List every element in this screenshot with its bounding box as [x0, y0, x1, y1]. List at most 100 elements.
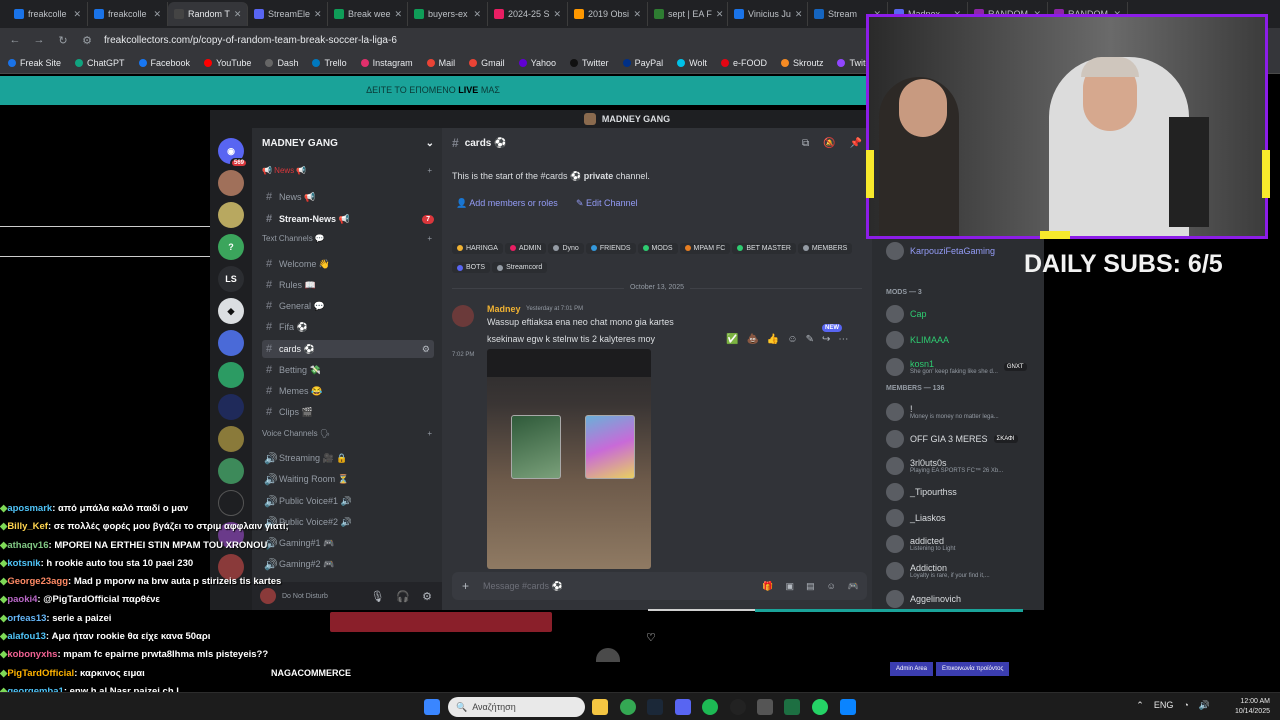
message-image[interactable] [487, 349, 651, 569]
app-icon[interactable] [757, 699, 773, 715]
close-icon[interactable]: ✕ [554, 9, 562, 20]
notepad-icon[interactable] [840, 699, 856, 715]
member-item[interactable]: KLIMAAA [886, 329, 1036, 351]
close-icon[interactable]: ✕ [153, 9, 161, 20]
channel-item[interactable]: # Welcome 👋 [262, 255, 434, 273]
role-tag[interactable]: Streamcord [492, 262, 548, 273]
member-item[interactable]: Addiction Loyalty is rare, if your find i… [886, 560, 1036, 582]
add-channel-icon[interactable]: + [427, 166, 432, 175]
admin-area-button[interactable]: Admin Area [890, 662, 934, 676]
more-icon[interactable]: ⋯ [838, 334, 848, 345]
server-icon[interactable] [218, 426, 244, 452]
add-members-link[interactable]: 👤 Add members or roles [456, 198, 558, 209]
volume-icon[interactable]: 🔊 [1199, 700, 1210, 711]
browser-tab[interactable]: freakcolle ✕ [8, 2, 88, 26]
channel-item[interactable]: 🔊 Waiting Room ⏳ [262, 470, 434, 488]
headphones-icon[interactable]: 🎧 [396, 590, 410, 603]
server-icon[interactable] [218, 362, 244, 388]
browser-tab[interactable]: 2019 Obsi ✕ [568, 2, 648, 26]
server-icon[interactable] [218, 458, 244, 484]
role-tag[interactable]: BET MASTER [732, 242, 796, 254]
bookmark-item[interactable]: Trello [312, 58, 347, 68]
bookmark-item[interactable]: Twitter [570, 58, 609, 68]
bookmark-item[interactable]: Dash [265, 58, 298, 68]
close-icon[interactable]: ✕ [633, 9, 641, 20]
member-item[interactable]: 3rl0uts0s Playing EA SPORTS FC™ 26 Xb... [886, 455, 1036, 477]
url-field[interactable]: freakcollectors.com/p/copy-of-random-tea… [104, 35, 397, 46]
member-item[interactable]: KarpouziFetaGaming [886, 240, 1036, 262]
language-indicator[interactable]: ENG [1154, 700, 1174, 711]
close-icon[interactable]: ✕ [234, 9, 242, 20]
category-voice[interactable]: Voice Channels 🗣 + [262, 429, 432, 438]
close-icon[interactable]: ✕ [473, 9, 481, 20]
member-item[interactable]: _Liaskos [886, 507, 1036, 529]
server-icon[interactable]: ? [218, 234, 244, 260]
role-tag[interactable]: MEMBERS [797, 242, 853, 254]
message-input[interactable]: Message #cards ⚽ [483, 581, 563, 592]
thumbs-up-icon[interactable]: 👍 [767, 334, 779, 345]
gif-icon[interactable]: ▣ [786, 581, 795, 592]
close-icon[interactable]: ✕ [73, 9, 81, 20]
add-channel-icon[interactable]: + [427, 234, 432, 243]
add-channel-icon[interactable]: + [427, 429, 432, 438]
discord-home-icon[interactable]: ◉ 569 [218, 138, 248, 168]
channel-item[interactable]: 🔊 Streaming 🎥 🔒 [262, 449, 434, 467]
forward-icon[interactable]: → [32, 34, 46, 46]
gear-icon[interactable]: ⚙ [422, 590, 432, 603]
taskbar-clock[interactable]: 12:00 AM 10/14/2025 [1235, 697, 1270, 717]
obs-icon[interactable] [730, 699, 746, 715]
channel-item[interactable]: # Betting 💸 [262, 361, 434, 379]
server-icon[interactable]: ◆ [218, 298, 244, 324]
role-tag[interactable]: HARINGA [452, 242, 503, 254]
bookmark-item[interactable]: ChatGPT [75, 58, 125, 68]
member-item[interactable]: Aggelinovich [886, 588, 1036, 610]
server-icon[interactable] [218, 394, 244, 420]
edit-channel-link[interactable]: ✎ Edit Channel [576, 198, 638, 209]
close-icon[interactable]: ✕ [395, 9, 403, 20]
bookmark-item[interactable]: Skroutz [780, 58, 823, 68]
microphone-icon[interactable]: 🎙 [370, 590, 384, 603]
channel-item[interactable]: # News 📢 [262, 188, 434, 206]
channel-item[interactable]: # Memes 😂 [262, 382, 434, 400]
close-icon[interactable]: ✕ [716, 9, 724, 20]
footer-brand[interactable]: NAGACOMMERCE [271, 668, 351, 678]
bookmark-item[interactable]: Facebook [138, 58, 190, 68]
bookmark-item[interactable]: e-FOOD [720, 58, 767, 68]
steam-icon[interactable] [647, 699, 663, 715]
site-banner[interactable]: ΔΕΙΤΕ ΤΟ ΕΠΟΜΕΝΟ LIVE ΜΑΣ [0, 76, 866, 105]
bookmark-item[interactable]: Freak Site [8, 58, 61, 68]
browser-tab[interactable]: freakcolle ✕ [88, 2, 168, 26]
member-item[interactable]: addicted Listening to Light [886, 533, 1036, 555]
discord-icon[interactable] [675, 699, 691, 715]
forward-icon[interactable]: ↪ [822, 334, 830, 345]
browser-tab[interactable]: Break wee ✕ [328, 2, 408, 26]
reaction-icon[interactable]: 💩 [746, 334, 758, 345]
browser-tab[interactable]: sept | EA F ✕ [648, 2, 728, 26]
close-icon[interactable]: ✕ [314, 9, 322, 20]
whatsapp-icon[interactable] [812, 699, 828, 715]
category-text[interactable]: Text Channels 💬 + [262, 234, 432, 243]
taskbar-search[interactable]: 🔍 Αναζήτηση [448, 697, 585, 717]
avatar[interactable] [452, 305, 474, 327]
browser-tab[interactable]: Vinicius Ju ✕ [728, 2, 808, 26]
role-tag[interactable]: BOTS [452, 262, 491, 273]
emoji-icon[interactable]: ☺ [787, 334, 797, 345]
browser-tab[interactable]: StreamEle ✕ [248, 2, 328, 26]
sticker-icon[interactable]: ▤ [806, 581, 815, 592]
mute-icon[interactable]: 🔕 [823, 138, 835, 149]
bookmark-item[interactable]: Yahoo [518, 58, 556, 68]
server-header[interactable]: MADNEY GANG ⌄ [262, 138, 434, 149]
role-tag[interactable]: Dyno [548, 242, 584, 254]
gift-icon[interactable]: 🎁 [762, 581, 773, 592]
bookmark-item[interactable]: Wolt [677, 58, 707, 68]
role-tag[interactable]: MPAM FC [679, 242, 731, 254]
member-item[interactable]: ! Money is money no matter lega... [886, 401, 1036, 423]
channel-item[interactable]: # Rules 📖 [262, 276, 434, 294]
channel-item[interactable]: # cards ⚽ ⚙ [262, 340, 434, 358]
checkmark-icon[interactable]: ✅ [726, 334, 738, 345]
message-author[interactable]: Madney [487, 304, 521, 314]
game-icon[interactable]: 🎮 [848, 581, 859, 592]
category-news[interactable]: 📢 News 📢 + [262, 166, 432, 175]
file-explorer-icon[interactable] [592, 699, 608, 715]
server-icon[interactable]: LS [218, 266, 244, 292]
